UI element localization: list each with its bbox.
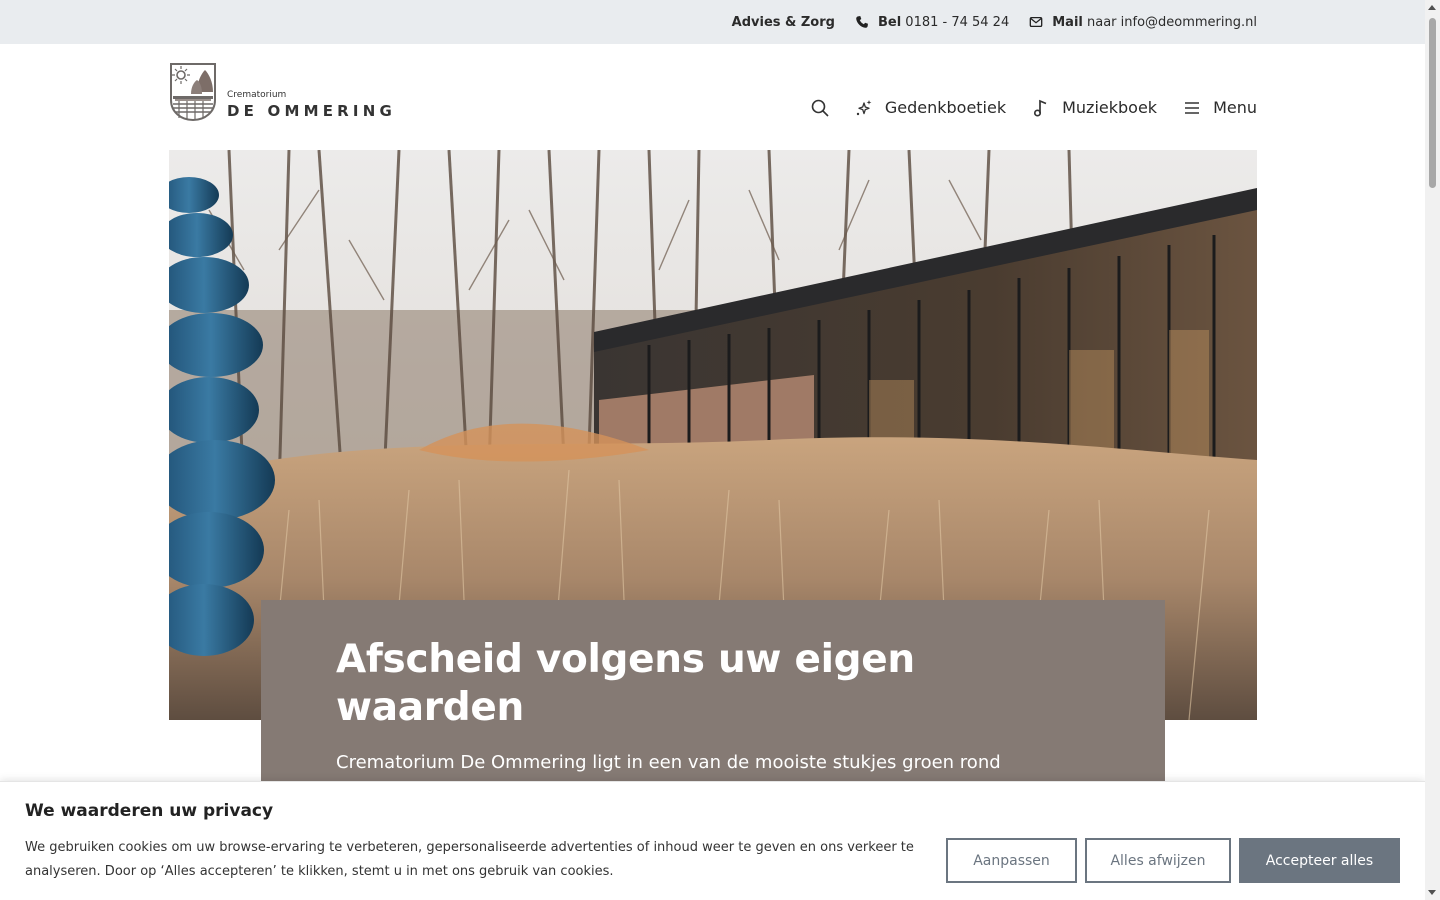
mail-address: naar info@deommering.nl bbox=[1087, 14, 1257, 30]
nav-muziekboek[interactable]: Muziekboek bbox=[1032, 98, 1157, 117]
music-note-icon bbox=[1034, 99, 1047, 117]
nav-gedenkboetiek-label: Gedenkboetiek bbox=[884, 98, 1007, 117]
sparkle-icon bbox=[856, 99, 872, 115]
top-bar: Advies & Zorg Bel 0181 - 74 54 24 Mail n… bbox=[0, 0, 1425, 44]
nav-gedenkboetiek[interactable]: Gedenkboetiek bbox=[855, 98, 1006, 117]
reject-all-button[interactable]: Alles afwijzen bbox=[1085, 838, 1231, 883]
main-nav: Gedenkboetiek Muziekboek Menu bbox=[811, 98, 1257, 117]
logo-title: DE OMMERING bbox=[227, 102, 396, 120]
customize-cookies-button[interactable]: Aanpassen bbox=[946, 838, 1077, 883]
accept-all-button[interactable]: Accepteer alles bbox=[1239, 838, 1400, 883]
mail-icon bbox=[1029, 16, 1043, 28]
top-bar-links: Advies & Zorg Bel 0181 - 74 54 24 Mail n… bbox=[732, 0, 1257, 44]
search-icon bbox=[811, 99, 829, 117]
hamburger-icon bbox=[1185, 101, 1200, 114]
logo-emblem-icon bbox=[170, 63, 216, 122]
logo-wordmark: Crematorium DE OMMERING bbox=[227, 90, 396, 122]
cookie-text: We gebruiken cookies om uw browse-ervari… bbox=[25, 840, 914, 879]
scroll-thumb[interactable] bbox=[1429, 18, 1436, 188]
site-logo[interactable]: Crematorium DE OMMERING bbox=[169, 62, 396, 122]
cookie-banner: We waarderen uw privacy We gebruiken coo… bbox=[0, 781, 1425, 900]
mail-link[interactable]: Mail naar info@deommering.nl bbox=[1029, 15, 1257, 30]
call-link[interactable]: Bel 0181 - 74 54 24 bbox=[855, 15, 1009, 30]
nav-muziekboek-label: Muziekboek bbox=[1062, 98, 1158, 117]
advies-zorg-link[interactable]: Advies & Zorg bbox=[732, 15, 835, 30]
call-label: Bel bbox=[877, 14, 902, 30]
search-button[interactable] bbox=[811, 99, 829, 117]
scroll-down-arrow-icon[interactable] bbox=[1428, 890, 1436, 895]
phone-icon bbox=[856, 16, 868, 28]
scroll-up-arrow-icon[interactable] bbox=[1428, 5, 1436, 10]
phone-number: 0181 - 74 54 24 bbox=[905, 14, 1010, 30]
menu-button[interactable]: Menu bbox=[1183, 98, 1257, 117]
menu-label: Menu bbox=[1213, 98, 1257, 117]
hero-title: Afscheid volgens uw eigen waarden bbox=[336, 637, 915, 730]
cookie-title: We waarderen uw privacy bbox=[25, 801, 274, 821]
mail-label: Mail bbox=[1052, 14, 1083, 30]
logo-subtitle: Crematorium bbox=[227, 90, 287, 100]
site-header: Crematorium DE OMMERING Gedenkboetiek Mu… bbox=[0, 44, 1425, 150]
hero-card: Afscheid volgens uw eigen waarden Cremat… bbox=[261, 600, 1165, 833]
page-scrollbar[interactable] bbox=[1425, 0, 1440, 900]
